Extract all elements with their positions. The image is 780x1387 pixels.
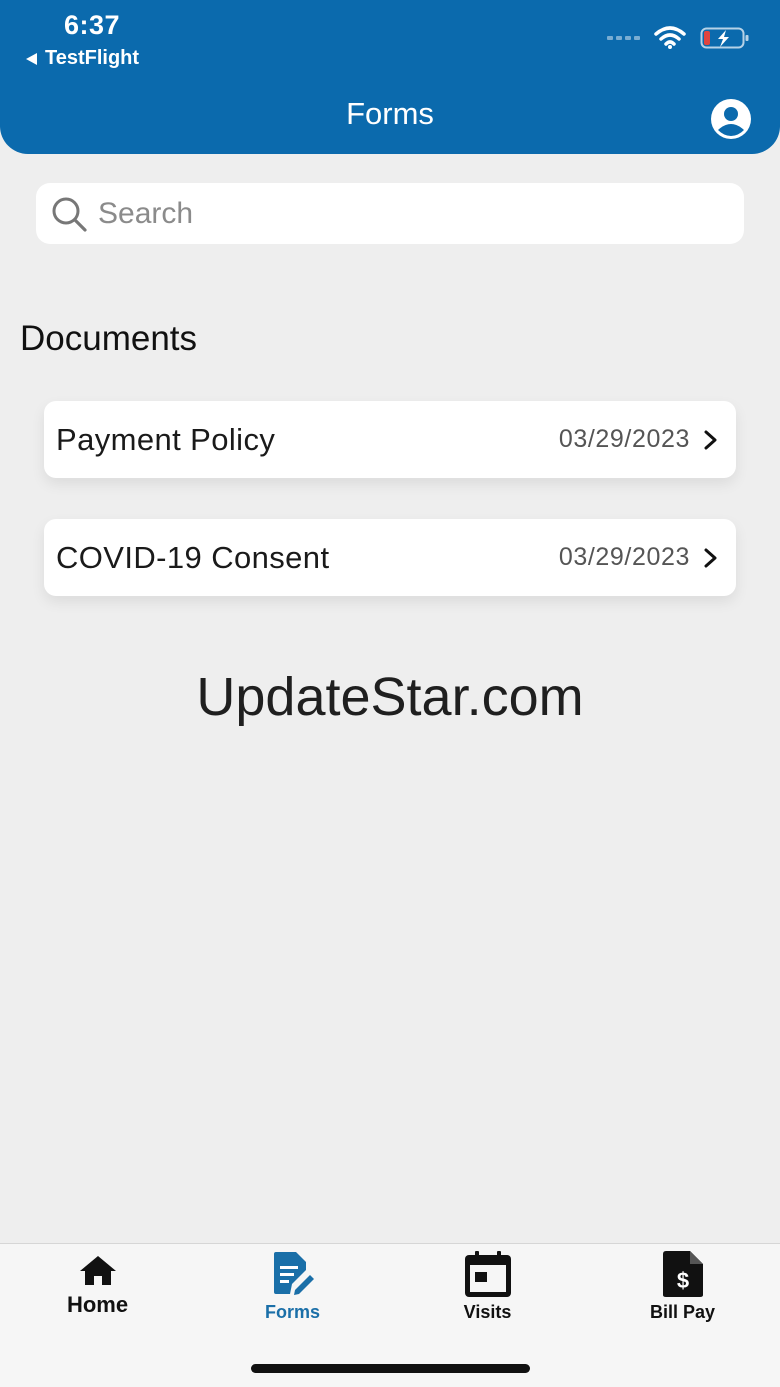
- app-header: 6:37 TestFlight Forms: [0, 0, 780, 154]
- tab-home[interactable]: Home: [0, 1244, 195, 1344]
- back-to-app-button[interactable]: TestFlight: [26, 47, 139, 70]
- document-name: COVID-19 Consent: [56, 539, 330, 575]
- tab-forms[interactable]: Forms: [195, 1244, 390, 1344]
- chevron-right-icon: [704, 430, 717, 449]
- document-row-payment-policy[interactable]: Payment Policy 03/29/2023: [44, 401, 736, 478]
- watermark-text: UpdateStar.com: [196, 667, 584, 727]
- svg-text:$: $: [676, 1268, 688, 1293]
- tab-label: Home: [66, 1292, 129, 1317]
- back-arrow-icon: [26, 52, 37, 65]
- back-app-label: TestFlight: [45, 47, 140, 69]
- search-input[interactable]: [98, 196, 698, 231]
- tab-visits[interactable]: Visits: [390, 1244, 585, 1344]
- calendar-icon: [464, 1251, 511, 1297]
- home-indicator[interactable]: [251, 1364, 530, 1373]
- search-bar[interactable]: [36, 183, 744, 244]
- document-date: 03/29/2023: [558, 543, 690, 571]
- status-time: 6:37: [64, 10, 121, 40]
- tab-label: Bill Pay: [649, 1302, 716, 1322]
- document-date: 03/29/2023: [558, 425, 690, 453]
- status-icons: [607, 26, 750, 50]
- tab-label: Visits: [463, 1302, 512, 1322]
- section-title-documents: Documents: [20, 319, 198, 358]
- chevron-right-icon: [704, 548, 717, 567]
- tab-bill-pay[interactable]: $ Bill Pay: [585, 1244, 780, 1344]
- battery-charging-icon: [700, 27, 749, 49]
- tab-label: Forms: [264, 1302, 320, 1322]
- page-title: Forms: [346, 96, 434, 131]
- forms-edit-icon: [273, 1252, 314, 1295]
- signal-dots-icon: [607, 36, 640, 40]
- wifi-icon: [654, 26, 686, 49]
- bill-dollar-icon: $: [662, 1251, 703, 1297]
- document-name: Payment Policy: [56, 421, 276, 457]
- document-row-covid-consent[interactable]: COVID-19 Consent 03/29/2023: [44, 519, 736, 596]
- home-icon: [79, 1256, 116, 1285]
- search-icon: [52, 197, 87, 232]
- account-circle-icon[interactable]: [710, 98, 752, 140]
